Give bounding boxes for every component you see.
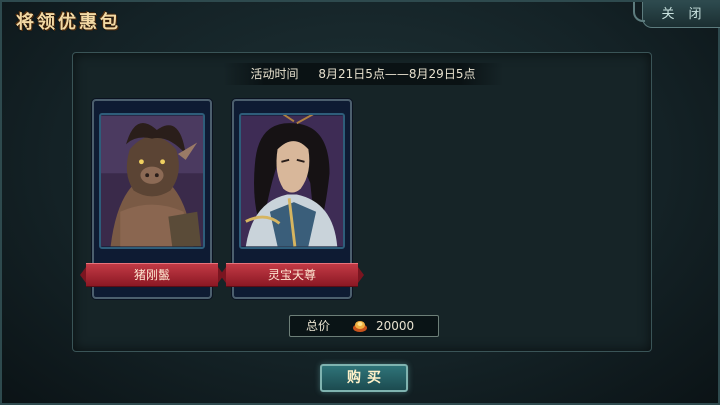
buy-button[interactable]: 购买 — [320, 364, 408, 392]
dialog-frame: 将领优惠包 关闭 活动时间 8月21日5点——8月29日5点 猪刚鬣 灵宝天尊 … — [0, 0, 720, 405]
activity-time-label: 活动时间 — [250, 67, 299, 81]
hero-card-2[interactable]: 灵宝天尊 — [220, 99, 364, 299]
ingot-coin-icon — [353, 321, 367, 332]
close-button[interactable]: 关闭 — [633, 2, 720, 28]
hero-portrait-frame — [239, 113, 345, 249]
activity-time-range: 8月21日5点——8月29日5点 — [318, 67, 476, 81]
hero-portrait-frame — [99, 113, 205, 249]
total-price-label: 总价 — [306, 319, 331, 333]
hero-card-1[interactable]: 猪刚鬣 — [80, 99, 224, 299]
hero-name-ribbon: 猪刚鬣 — [80, 263, 224, 287]
hero-name-ribbon: 灵宝天尊 — [220, 263, 364, 287]
dialog-title: 将领优惠包 — [16, 12, 121, 33]
taoist-immortal-portrait — [241, 115, 343, 247]
content-panel: 活动时间 8月21日5点——8月29日5点 猪刚鬣 灵宝天尊 总价 20000 — [72, 52, 652, 352]
total-price-value: 20000 — [376, 319, 415, 333]
total-price-box: 总价 20000 — [289, 315, 439, 337]
boar-warrior-portrait — [101, 115, 203, 247]
activity-time-bar: 活动时间 8月21日5点——8月29日5点 — [223, 63, 503, 85]
